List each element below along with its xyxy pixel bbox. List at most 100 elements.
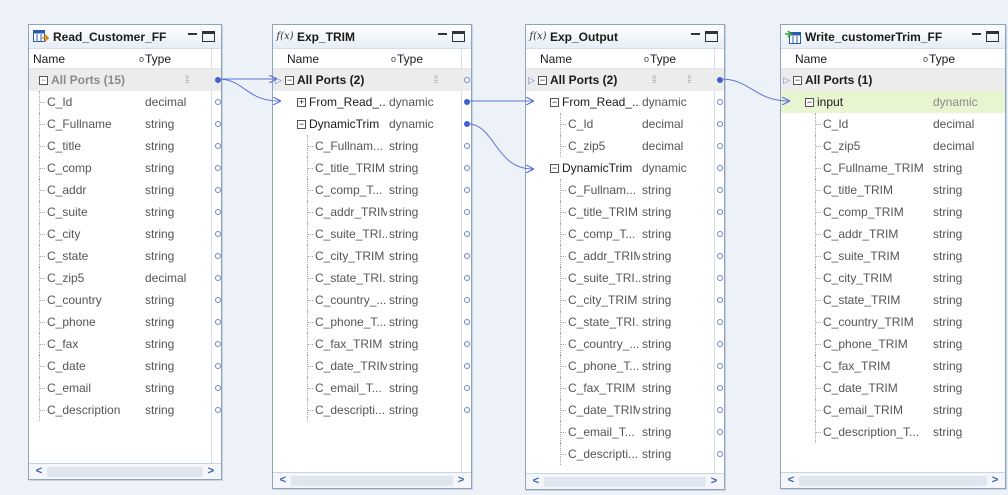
- port-row[interactable]: C_date_TRIM string: [526, 399, 724, 421]
- output-port-icon[interactable]: [717, 165, 723, 171]
- output-port-icon[interactable]: [215, 187, 221, 193]
- panel-exp-trim[interactable]: f(x) Exp_TRIM Name o Type ▷ − All Ports (2)…: [272, 24, 472, 489]
- port-row[interactable]: C_descripti... string: [273, 399, 471, 421]
- port-row[interactable]: C_addr_TRIM string: [781, 223, 1005, 245]
- port-row[interactable]: C_suite_TRI... string: [273, 223, 471, 245]
- port-row[interactable]: C_country_TRIM string: [781, 311, 1005, 333]
- output-port-icon[interactable]: [215, 253, 221, 259]
- link-trim-dynamictrim-to-output-dynamictrim[interactable]: [467, 123, 533, 169]
- output-port-icon[interactable]: [464, 121, 470, 127]
- output-port-icon[interactable]: [464, 297, 470, 303]
- column-name-header[interactable]: Name: [273, 52, 319, 66]
- link-read-allports-to-trim-from-read[interactable]: [217, 78, 280, 101]
- panel-write-customertrim-ff[interactable]: Write_customerTrim_FF Name o Type ▷ − All P…: [652, 24, 1006, 489]
- minimize-icon[interactable]: [972, 32, 981, 35]
- output-port-icon[interactable]: [215, 165, 221, 171]
- output-port-icon[interactable]: [717, 209, 723, 215]
- port-row[interactable]: C_city_TRIM string: [526, 289, 724, 311]
- scroll-left-icon[interactable]: <: [31, 464, 47, 479]
- output-port-icon[interactable]: [717, 231, 723, 237]
- output-port-icon[interactable]: [717, 429, 723, 435]
- mapping-canvas[interactable]: Read_Customer_FF Name o Type − All Ports (…: [0, 0, 1008, 495]
- port-row[interactable]: C_Id decimal: [526, 113, 724, 135]
- input-port-icon[interactable]: ▷: [275, 75, 282, 86]
- port-row[interactable]: C_phone_TRIM string: [781, 333, 1005, 355]
- output-port-icon[interactable]: [464, 341, 470, 347]
- port-row[interactable]: C_fax_TRIM string: [781, 355, 1005, 377]
- column-name-header[interactable]: Name: [526, 52, 572, 66]
- port-row[interactable]: C_suite_TRIM string: [781, 245, 1005, 267]
- output-port-icon[interactable]: [215, 319, 221, 325]
- collapse-icon[interactable]: −: [297, 120, 306, 130]
- panel-title-bar[interactable]: Read_Customer_FF: [29, 25, 221, 49]
- output-port-icon[interactable]: [215, 77, 221, 83]
- scroll-right-icon[interactable]: >: [453, 473, 469, 488]
- port-row[interactable]: C_zip5 decimal: [781, 135, 1005, 157]
- column-type-header[interactable]: o Type: [391, 52, 423, 66]
- port-row[interactable]: C_country_... string: [273, 289, 471, 311]
- horizontal-scrollbar[interactable]: < >: [781, 472, 1005, 488]
- port-row[interactable]: C_comp_TRIM string: [781, 201, 1005, 223]
- port-row[interactable]: C_city string: [29, 223, 221, 245]
- collapse-icon[interactable]: −: [538, 76, 547, 86]
- panel-title-bar[interactable]: f(x) Exp_TRIM: [273, 25, 471, 49]
- horizontal-scrollbar[interactable]: < >: [29, 463, 221, 479]
- port-group-row[interactable]: − input dynamic: [781, 91, 1005, 113]
- output-port-icon[interactable]: [215, 209, 221, 215]
- output-port-icon[interactable]: [717, 363, 723, 369]
- output-port-icon[interactable]: [215, 121, 221, 127]
- output-port-icon[interactable]: [215, 341, 221, 347]
- output-port-icon[interactable]: [215, 143, 221, 149]
- port-row[interactable]: C_phone_T... string: [526, 355, 724, 377]
- input-port-icon[interactable]: ▷: [783, 75, 790, 86]
- drag-handle-icon[interactable]: ⁞⁞: [185, 75, 189, 86]
- port-row[interactable]: C_fax_TRIM string: [273, 333, 471, 355]
- port-row[interactable]: C_suite_TRI... string: [526, 267, 724, 289]
- port-row[interactable]: C_title_TRIM string: [781, 179, 1005, 201]
- output-port-icon[interactable]: [464, 143, 470, 149]
- drag-handle-icon[interactable]: ⁞⁞: [434, 75, 438, 86]
- port-row[interactable]: C_title_TRIM string: [526, 201, 724, 223]
- output-port-icon[interactable]: [464, 407, 470, 413]
- output-port-icon[interactable]: [464, 77, 470, 83]
- minimize-icon[interactable]: [691, 32, 700, 35]
- port-row[interactable]: C_Fullname_TRIM string: [781, 157, 1005, 179]
- horizontal-scrollbar[interactable]: < >: [273, 472, 471, 488]
- panel-read-customer-ff[interactable]: Read_Customer_FF Name o Type − All Ports (…: [28, 24, 222, 480]
- port-row[interactable]: C_comp_T... string: [273, 179, 471, 201]
- column-type-header[interactable]: o Type: [139, 52, 171, 66]
- scroll-thumb[interactable]: [47, 467, 203, 477]
- port-row[interactable]: C_description_T... string: [781, 421, 1005, 443]
- port-row[interactable]: C_state_TRI... string: [526, 311, 724, 333]
- scroll-thumb[interactable]: [291, 476, 453, 486]
- all-ports-row[interactable]: − All Ports (15) ⁞⁞: [29, 69, 221, 91]
- scroll-thumb[interactable]: [799, 476, 987, 486]
- panel-title-bar[interactable]: f(x) Exp_Output: [526, 25, 724, 49]
- output-port-icon[interactable]: [464, 319, 470, 325]
- port-row[interactable]: C_date string: [29, 355, 221, 377]
- scroll-left-icon[interactable]: <: [528, 474, 544, 489]
- output-port-icon[interactable]: [464, 253, 470, 259]
- column-name-header[interactable]: Name: [29, 52, 65, 66]
- port-row[interactable]: C_email_T... string: [526, 421, 724, 443]
- drag-handle-icon[interactable]: ⁞⁞: [687, 75, 691, 86]
- output-port-icon[interactable]: [717, 121, 723, 127]
- minimize-icon[interactable]: [188, 32, 197, 35]
- collapse-icon[interactable]: −: [285, 76, 294, 86]
- collapse-icon[interactable]: −: [39, 76, 48, 86]
- port-row[interactable]: C_city_TRIM string: [273, 245, 471, 267]
- maximize-icon[interactable]: [202, 31, 215, 42]
- port-row[interactable]: C_descripti... string: [526, 443, 724, 465]
- expand-icon[interactable]: +: [297, 98, 306, 108]
- column-name-header[interactable]: Name: [781, 52, 827, 66]
- port-group-row[interactable]: − DynamicTrim dynamic: [273, 113, 471, 135]
- horizontal-scrollbar[interactable]: < >: [526, 473, 724, 489]
- output-port-icon[interactable]: [464, 363, 470, 369]
- minimize-icon[interactable]: [438, 32, 447, 35]
- port-row[interactable]: C_country_... string: [526, 333, 724, 355]
- all-ports-row[interactable]: ▷ − All Ports (2) ⁞⁞: [526, 69, 724, 91]
- output-port-icon[interactable]: [215, 99, 221, 105]
- scroll-left-icon[interactable]: <: [275, 473, 291, 488]
- output-port-icon[interactable]: [464, 187, 470, 193]
- output-port-icon[interactable]: [717, 275, 723, 281]
